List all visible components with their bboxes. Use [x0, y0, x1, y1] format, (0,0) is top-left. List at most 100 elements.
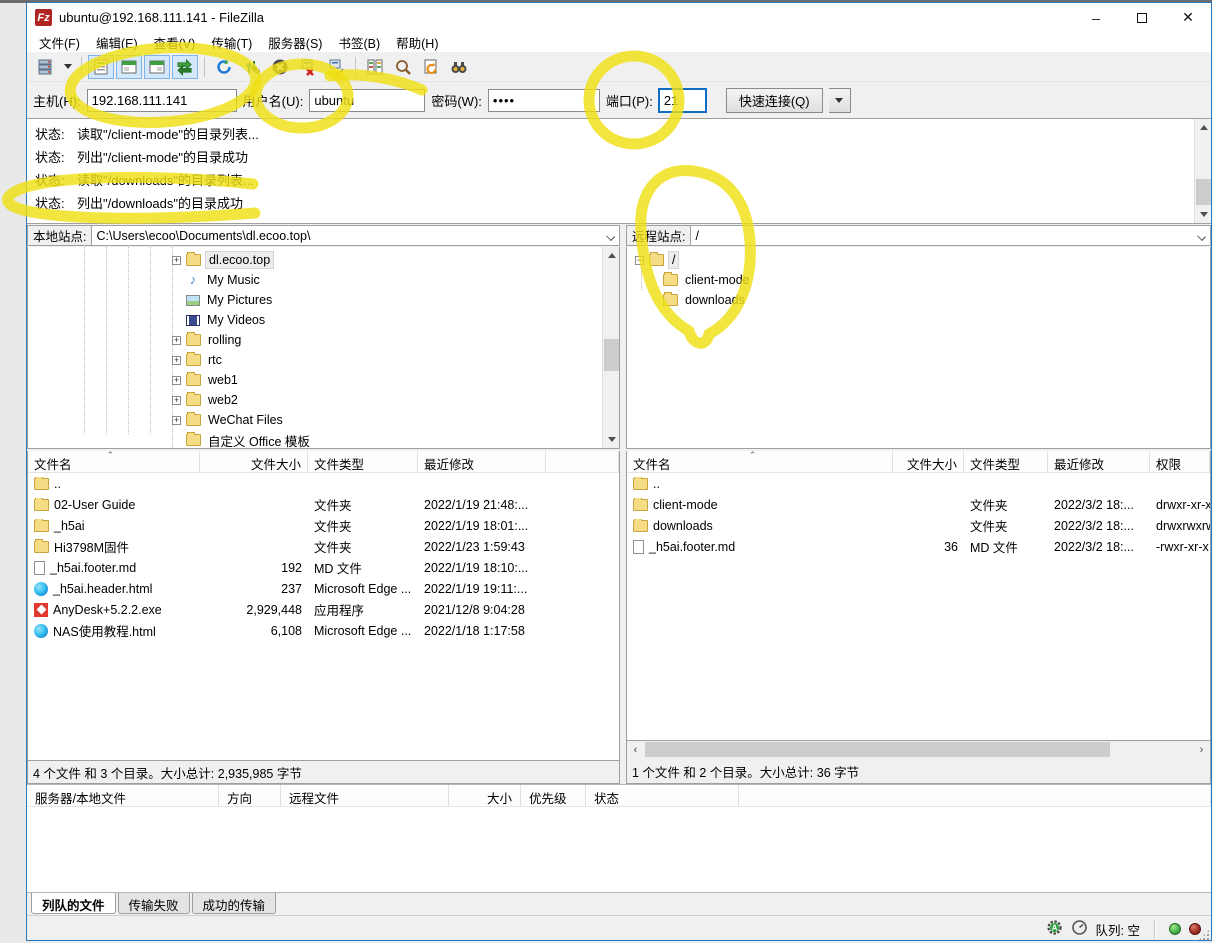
menu-server[interactable]: 服务器(S) — [260, 31, 330, 54]
remote-horizontal-scrollbar[interactable]: ‹ › — [626, 741, 1211, 759]
column-header-modified[interactable]: 最近修改 — [418, 451, 546, 472]
find-files-icon[interactable] — [418, 55, 444, 79]
menu-help[interactable]: 帮助(H) — [388, 31, 446, 54]
expand-plus-icon[interactable]: + — [172, 376, 181, 385]
tab-failed-transfers[interactable]: 传输失败 — [118, 893, 190, 914]
column-header-size[interactable]: 文件大小 — [200, 451, 308, 472]
expand-plus-icon[interactable]: + — [172, 336, 181, 345]
reconnect-icon[interactable] — [323, 55, 349, 79]
table-row[interactable]: _h5ai.header.html237Microsoft Edge ...20… — [28, 578, 619, 599]
tree-item[interactable]: +rtc — [28, 350, 619, 370]
tree-item[interactable]: +rolling — [28, 330, 619, 350]
queue-column-remote-file[interactable]: 远程文件 — [281, 785, 449, 807]
column-header-name[interactable]: 文件名⌃ — [28, 451, 200, 472]
tree-item[interactable]: client-mode — [627, 270, 1210, 290]
table-row[interactable]: _h5ai.footer.md192MD 文件2022/1/19 18:10:.… — [28, 557, 619, 578]
process-queue-icon[interactable] — [239, 55, 265, 79]
remote-site-combo[interactable]: / — [691, 225, 1211, 246]
toggle-message-log-icon[interactable] — [88, 55, 114, 79]
column-header-name[interactable]: 文件名⌃ — [627, 451, 893, 472]
speed-limits-icon[interactable] — [1071, 919, 1088, 939]
expand-plus-icon[interactable]: + — [172, 256, 181, 265]
column-header-perms[interactable]: 权限 — [1150, 451, 1210, 472]
quickconnect-dropdown[interactable] — [829, 88, 851, 113]
column-header-type[interactable]: 文件类型 — [308, 451, 418, 472]
expand-plus-icon[interactable]: + — [172, 396, 181, 405]
table-row[interactable]: _h5ai.footer.md36MD 文件2022/3/2 18:...-rw… — [627, 536, 1210, 557]
scroll-down-icon[interactable] — [1195, 206, 1212, 223]
menu-file[interactable]: 文件(F) — [31, 31, 88, 54]
cancel-operation-icon[interactable] — [267, 55, 293, 79]
tree-item[interactable]: ♪My Music — [28, 270, 619, 290]
queue-column-priority[interactable]: 优先级 — [521, 785, 586, 807]
table-row[interactable]: 02-User Guide文件夹2022/1/19 21:48:... — [28, 494, 619, 515]
local-site-combo[interactable]: C:\Users\ecoo\Documents\dl.ecoo.top\ — [92, 225, 620, 246]
port-input[interactable] — [659, 89, 706, 112]
log-scrollbar[interactable] — [1194, 119, 1211, 223]
expand-plus-icon[interactable]: + — [172, 356, 181, 365]
quickconnect-button[interactable]: 快速连接(Q) — [726, 88, 823, 113]
filter-binoculars-icon[interactable] — [446, 55, 472, 79]
tab-queued-files[interactable]: 列队的文件 — [31, 893, 116, 914]
refresh-icon[interactable] — [211, 55, 237, 79]
username-input[interactable] — [309, 89, 425, 112]
tree-item[interactable]: −/ — [627, 250, 1210, 270]
expand-plus-icon[interactable]: + — [172, 416, 181, 425]
table-row[interactable]: NAS使用教程.html6,108Microsoft Edge ...2022/… — [28, 620, 619, 641]
local-tree-scrollbar[interactable] — [602, 247, 619, 448]
column-header-size[interactable]: 文件大小 — [893, 451, 964, 472]
site-manager-dropdown[interactable] — [61, 55, 75, 79]
synchronized-browsing-icon[interactable] — [390, 55, 416, 79]
queue-column-server-local[interactable]: 服务器/本地文件 — [27, 785, 219, 807]
collapse-minus-icon[interactable]: − — [635, 256, 644, 265]
scroll-thumb[interactable] — [604, 339, 619, 371]
toggle-transfer-queue-icon[interactable] — [172, 55, 198, 79]
tree-item[interactable]: My Pictures — [28, 290, 619, 310]
table-row[interactable]: client-mode文件夹2022/3/2 18:...drwxr-xr-x — [627, 494, 1210, 515]
toggle-remote-tree-icon[interactable] — [144, 55, 170, 79]
minimize-button[interactable]: – — [1073, 3, 1119, 32]
menu-transfer[interactable]: 传输(T) — [203, 31, 260, 54]
file-name: Hi3798M固件 — [54, 537, 129, 556]
disconnect-icon[interactable] — [295, 55, 321, 79]
scroll-down-icon[interactable] — [603, 431, 620, 448]
queue-column-size[interactable]: 大小 — [449, 785, 521, 807]
column-header-type[interactable]: 文件类型 — [964, 451, 1048, 472]
site-manager-icon[interactable] — [33, 55, 59, 79]
maximize-button[interactable] — [1119, 3, 1165, 32]
queue-column-status[interactable]: 状态 — [586, 785, 739, 807]
table-row[interactable]: Hi3798M固件文件夹2022/1/23 1:59:43 — [28, 536, 619, 557]
close-button[interactable]: ✕ — [1165, 3, 1211, 32]
remote-list-header: 文件名⌃ 文件大小 文件类型 最近修改 权限 — [627, 451, 1210, 473]
title-bar[interactable]: Fz ubuntu@192.168.111.141 - FileZilla – … — [27, 3, 1211, 32]
scroll-thumb[interactable] — [1196, 179, 1211, 205]
column-header-modified[interactable]: 最近修改 — [1048, 451, 1150, 472]
scroll-right-icon[interactable]: › — [1193, 741, 1210, 758]
menu-view[interactable]: 查看(V) — [146, 31, 204, 54]
password-input[interactable] — [488, 89, 600, 112]
table-row[interactable]: .. — [627, 473, 1210, 494]
tree-item[interactable]: +web1 — [28, 370, 619, 390]
scroll-left-icon[interactable]: ‹ — [627, 741, 644, 758]
tab-successful-transfers[interactable]: 成功的传输 — [192, 893, 277, 914]
tree-item[interactable]: +web2 — [28, 390, 619, 410]
tree-item[interactable]: +WeChat Files — [28, 410, 619, 430]
scroll-up-icon[interactable] — [1195, 119, 1212, 136]
table-row[interactable]: _h5ai文件夹2022/1/19 18:01:... — [28, 515, 619, 536]
table-row[interactable]: AnyDesk+5.2.2.exe2,929,448应用程序2021/12/8 … — [28, 599, 619, 620]
table-row[interactable]: downloads文件夹2022/3/2 18:...drwxrwxrwx — [627, 515, 1210, 536]
queue-column-direction[interactable]: 方向 — [219, 785, 281, 807]
tree-item[interactable]: My Videos — [28, 310, 619, 330]
toggle-local-tree-icon[interactable] — [116, 55, 142, 79]
menu-edit[interactable]: 编辑(E) — [88, 31, 146, 54]
table-row[interactable]: .. — [28, 473, 619, 494]
scroll-thumb[interactable] — [645, 742, 1110, 757]
host-input[interactable] — [87, 89, 237, 112]
tree-item[interactable]: downloads — [627, 290, 1210, 310]
tree-item[interactable]: +dl.ecoo.top — [28, 250, 619, 270]
scroll-up-icon[interactable] — [603, 247, 620, 264]
toggle-queue-processing-icon[interactable]: A — [1046, 919, 1063, 939]
tree-item[interactable]: 自定义 Office 模板 — [28, 430, 619, 449]
menu-bookmarks[interactable]: 书签(B) — [330, 31, 388, 54]
directory-comparison-icon[interactable] — [362, 55, 388, 79]
